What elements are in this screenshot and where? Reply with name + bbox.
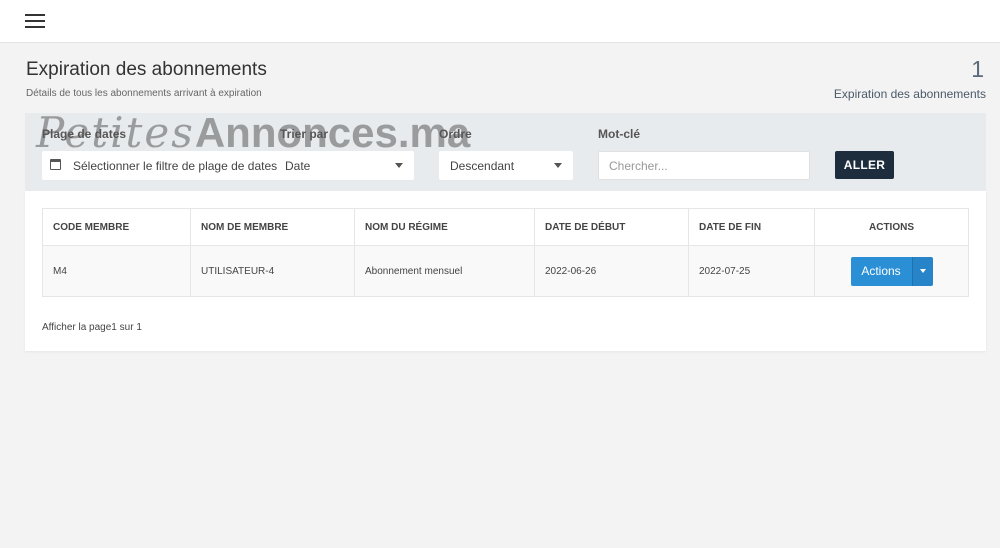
table-header-row: CODE MEMBRE NOM DE MEMBRE NOM DU RÉGIME …: [42, 208, 969, 246]
order-select[interactable]: Descendant: [439, 151, 573, 180]
actions-dropdown-toggle[interactable]: [911, 256, 933, 286]
cell-end-date: 2022-07-25: [688, 245, 815, 297]
actions-button-group: Actions: [850, 256, 933, 286]
expiration-count: 1: [971, 56, 984, 82]
pagination-info: Afficher la page1 sur 1: [42, 322, 142, 333]
sort-by-select[interactable]: Date: [274, 151, 414, 180]
results-card: CODE MEMBRE NOM DE MEMBRE NOM DU RÉGIME …: [25, 191, 986, 351]
order-value: Descendant: [450, 159, 515, 173]
cell-actions: Actions: [814, 245, 969, 297]
sort-by-value: Date: [285, 159, 311, 173]
chevron-down-icon: [919, 268, 926, 273]
filter-panel: Plage de dates Trier par Ordre Mot-clé S…: [25, 113, 986, 191]
keyword-search-input[interactable]: [598, 151, 810, 180]
hamburger-menu-icon[interactable]: [25, 14, 45, 28]
page-title: Expiration des abonnements: [26, 59, 267, 80]
table-row: M4 UTILISATEUR-4 Abonnement mensuel 2022…: [42, 245, 969, 297]
calendar-icon: [50, 159, 61, 170]
subscriptions-table: CODE MEMBRE NOM DE MEMBRE NOM DU RÉGIME …: [42, 208, 969, 297]
cell-start-date: 2022-06-26: [534, 245, 689, 297]
cell-code: M4: [42, 245, 191, 297]
expiration-count-label: Expiration des abonnements: [833, 87, 986, 101]
date-range-label: Plage de dates: [42, 127, 127, 141]
page-subtitle: Détails de tous les abonnements arrivant…: [26, 88, 262, 99]
column-header-name[interactable]: NOM DE MEMBRE: [190, 208, 355, 246]
top-bar: [0, 0, 1000, 43]
order-label: Ordre: [439, 127, 472, 141]
date-range-placeholder: Sélectionner le filtre de plage de dates: [73, 159, 278, 173]
column-header-end[interactable]: DATE DE FIN: [688, 208, 815, 246]
column-header-plan[interactable]: NOM DU RÉGIME: [354, 208, 535, 246]
chevron-down-icon: [554, 163, 562, 168]
actions-button[interactable]: Actions: [850, 256, 912, 286]
go-button[interactable]: ALLER: [835, 151, 894, 179]
sort-label: Trier par: [280, 127, 329, 141]
column-header-code[interactable]: CODE MEMBRE: [42, 208, 191, 246]
chevron-down-icon: [395, 163, 403, 168]
column-header-actions: ACTIONS: [814, 208, 969, 246]
column-header-start[interactable]: DATE DE DÉBUT: [534, 208, 689, 246]
cell-name: UTILISATEUR-4: [190, 245, 355, 297]
cell-plan: Abonnement mensuel: [354, 245, 535, 297]
keyword-label: Mot-clé: [598, 127, 640, 141]
